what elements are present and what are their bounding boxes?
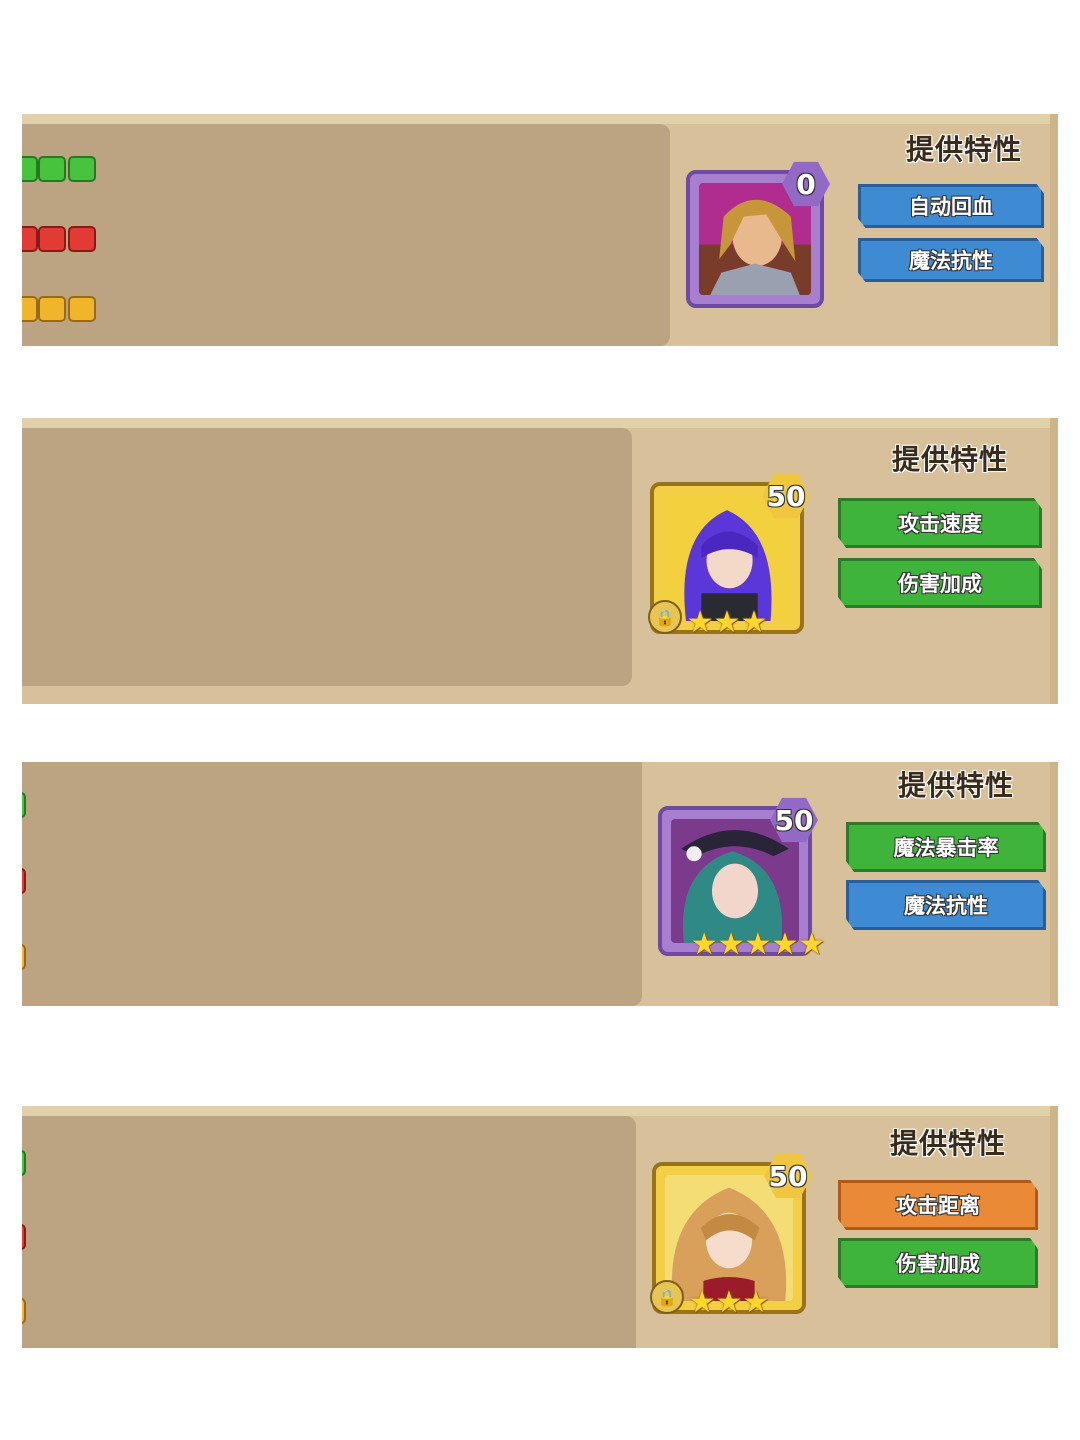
star-icon: ★ [713,605,741,640]
hero-portrait[interactable]: 50 ★ ★ ★ ★ ★ [658,797,825,960]
star-icon: ★ [688,1285,716,1320]
panel-top-border [22,418,1058,428]
hero-card-2: 提供特性 50 ★ ★ ★ 🔒 攻击速度 伤害加成 [22,418,1058,704]
yellow-indicator [22,296,38,322]
trait-tag[interactable]: 魔法暴击率 [846,822,1046,872]
trait-tag[interactable]: 伤害加成 [838,558,1042,608]
left-content-area [22,428,632,686]
green-indicator [68,156,96,182]
star-icon: ★ [715,1285,743,1320]
trait-tag[interactable]: 攻击速度 [838,498,1042,548]
hero-portrait[interactable]: 50 ★ ★ ★ 🔒 [650,1153,812,1318]
trait-tag[interactable]: 伤害加成 [838,1238,1038,1288]
trait-tag[interactable]: 攻击距离 [838,1180,1038,1230]
star-icon: ★ [771,927,799,962]
panel-top-border [22,1106,1058,1116]
star-icon: ★ [740,605,768,640]
red-indicator [22,1224,26,1250]
star-icon: ★ [798,927,826,962]
green-indicator [38,156,66,182]
panel-top-border [22,114,1058,124]
green-indicator [22,1150,26,1176]
yellow-indicator [68,296,96,322]
lock-icon: 🔒 [648,600,682,634]
section-title: 提供特性 [898,769,1015,802]
yellow-indicator [22,944,26,970]
lock-icon: 🔒 [650,1280,684,1314]
hero-card-1: 提供特性 0 自动回血 魔法抗性 [22,114,1058,346]
yellow-indicator [22,1298,26,1324]
red-indicator [22,868,26,894]
red-indicator [38,226,66,252]
star-icon: ★ [744,927,772,962]
panel-edge [1050,762,1058,1006]
star-icon: ★ [690,927,718,962]
hero-portrait[interactable]: 50 ★ ★ ★ 🔒 [648,473,810,638]
star-rating: ★ ★ ★ ★ ★ [684,930,832,960]
trait-tag[interactable]: 魔法抗性 [846,880,1046,930]
panel-edge [1050,1106,1058,1348]
star-icon: ★ [742,1285,770,1320]
green-indicator [22,792,26,818]
section-title: 提供特性 [906,133,1023,166]
yellow-indicator [38,296,66,322]
panel-edge [1050,114,1058,346]
hero-card-3: 提供特性 50 ★ ★ ★ ★ ★ 魔法暴击率 魔法抗性 [22,762,1058,1006]
section-title: 提供特性 [890,1127,1007,1160]
left-content-area [22,124,670,346]
left-content-area [22,1116,636,1348]
panel-edge [1050,418,1058,704]
trait-tag[interactable]: 自动回血 [858,184,1044,228]
red-indicator [68,226,96,252]
hero-portrait[interactable]: 0 [686,161,830,308]
left-content-area [22,762,642,1006]
section-title: 提供特性 [892,443,1009,476]
hero-card-4: 提供特性 50 ★ ★ ★ 🔒 攻击距离 伤害加成 [22,1106,1058,1348]
star-icon: ★ [686,605,714,640]
star-icon: ★ [717,927,745,962]
red-indicator [22,226,38,252]
trait-tag[interactable]: 魔法抗性 [858,238,1044,282]
green-indicator [22,156,38,182]
